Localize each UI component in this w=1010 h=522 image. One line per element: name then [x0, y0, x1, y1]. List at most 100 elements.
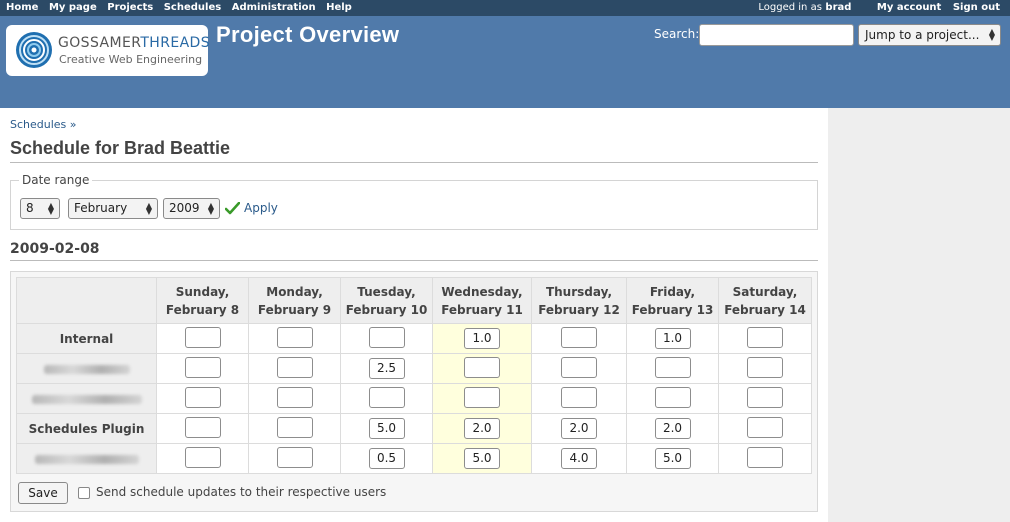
schedule-cell: 2.0 — [432, 413, 532, 444]
schedule-cell: 5.0 — [340, 413, 433, 444]
hours-input[interactable]: 4.0 — [561, 448, 597, 469]
menu-home[interactable]: Home — [6, 2, 38, 13]
hours-input[interactable]: 2.5 — [368, 358, 405, 379]
schedule-cell — [248, 353, 341, 384]
hours-input[interactable]: 1.0 — [464, 328, 500, 349]
menu-projects[interactable]: Projects — [107, 2, 153, 13]
checkmark-icon[interactable] — [225, 202, 240, 215]
hours-input[interactable]: 1.0 — [654, 328, 691, 349]
table-row: Schedules Plugin 5.0 2.0 2.0 2.0 — [16, 413, 812, 444]
hours-input[interactable] — [276, 356, 313, 378]
send-updates-checkbox[interactable] — [78, 487, 90, 499]
schedule-cell — [248, 443, 341, 474]
day-name: Friday, — [649, 284, 696, 299]
main-content: Schedules » Schedule for Brad Beattie Da… — [0, 108, 828, 522]
hours-input[interactable] — [464, 386, 500, 408]
date-heading: 2009-02-08 — [10, 241, 818, 261]
schedule-form: Sunday, February 8 Monday, February 9 Tuesda… — [10, 271, 818, 512]
logo-brand: GOSSAMERTHREADS — [58, 35, 211, 51]
redacted-project-name — [31, 394, 142, 404]
hours-input[interactable] — [561, 386, 597, 408]
hours-input[interactable] — [276, 326, 313, 348]
day-name: Wednesday, — [441, 284, 523, 299]
schedule-cell — [156, 353, 249, 384]
hours-input[interactable] — [368, 326, 405, 348]
hours-input[interactable] — [184, 416, 221, 438]
hours-input[interactable] — [654, 386, 691, 408]
hours-input[interactable] — [464, 356, 500, 378]
schedule-cell — [156, 413, 249, 444]
schedule-cell: 4.0 — [531, 443, 627, 474]
hours-input[interactable] — [184, 386, 221, 408]
breadcrumb[interactable]: Schedules » — [10, 118, 77, 131]
top-menu: Home My page Projects Schedules Administ… — [0, 0, 1010, 16]
logged-in-label: Logged in as — [758, 2, 822, 13]
schedule-cell — [718, 443, 812, 474]
hours-input[interactable] — [368, 386, 405, 408]
logged-in-user[interactable]: brad — [825, 2, 851, 13]
hours-input[interactable] — [561, 326, 597, 348]
day-header-0: Sunday, February 8 — [156, 277, 249, 324]
year-select-value: 2009 — [169, 201, 200, 215]
logo-swirl-icon — [16, 32, 52, 68]
hours-input[interactable] — [747, 356, 783, 378]
project-title: Project Overview — [216, 22, 400, 47]
hours-input[interactable]: 5.0 — [464, 448, 500, 469]
search-input[interactable] — [699, 24, 854, 46]
year-select[interactable]: 2009 ▲ ▼ — [163, 198, 220, 219]
logo-tagline: Creative Web Engineering — [59, 53, 203, 66]
page-title: Schedule for Brad Beattie — [10, 138, 818, 163]
day-header-5: Friday, February 13 — [626, 277, 719, 324]
schedule-body: Internal 1.0 1.0 2.5 Schedules Plugin 5.0 2.0 2… — [16, 323, 812, 474]
jump-to-project-select[interactable]: Jump to a project... ▲ ▼ — [858, 24, 1001, 46]
save-button[interactable]: Save — [18, 482, 68, 504]
hours-input[interactable] — [276, 446, 313, 468]
schedule-cell — [718, 353, 812, 384]
schedule-cell — [531, 353, 627, 384]
hours-input[interactable]: 5.0 — [368, 418, 405, 439]
table-row: 0.5 5.0 4.0 5.0 — [16, 443, 812, 474]
hours-input[interactable] — [184, 326, 221, 348]
day-select[interactable]: 8 ▲ ▼ — [20, 198, 60, 219]
menu-my-page[interactable]: My page — [49, 2, 97, 13]
menu-schedules[interactable]: Schedules — [164, 2, 221, 13]
menu-help[interactable]: Help — [326, 2, 352, 13]
hours-input[interactable]: 2.0 — [464, 418, 500, 439]
project-name-cell: Internal — [16, 323, 157, 354]
hours-input[interactable] — [747, 446, 783, 468]
redacted-project-name — [34, 454, 139, 464]
my-account-link[interactable]: My account — [877, 2, 941, 13]
hours-input[interactable] — [561, 356, 597, 378]
hours-input[interactable] — [184, 356, 221, 378]
menu-administration[interactable]: Administration — [232, 2, 316, 13]
hours-input[interactable]: 5.0 — [654, 448, 691, 469]
apply-link[interactable]: Apply — [244, 201, 278, 215]
hours-input[interactable] — [747, 326, 783, 348]
hours-input[interactable]: 2.0 — [561, 418, 597, 439]
day-name: Tuesday, — [357, 284, 416, 299]
logo[interactable]: GOSSAMERTHREADS Creative Web Engineering — [6, 25, 211, 76]
jump-select-value: Jump to a project... — [865, 28, 980, 42]
corner-header-cell — [16, 277, 157, 324]
day-select-value: 8 — [26, 201, 34, 215]
day-name: Thursday, — [545, 284, 613, 299]
day-name: Monday, — [266, 284, 323, 299]
hours-input[interactable] — [184, 446, 221, 468]
schedule-cell — [531, 383, 627, 414]
hours-input[interactable] — [276, 386, 313, 408]
day-date: February 12 — [538, 302, 620, 317]
day-header-3: Wednesday, February 11 — [432, 277, 532, 324]
hours-input[interactable]: 2.0 — [654, 418, 691, 439]
hours-input[interactable] — [654, 356, 691, 378]
hours-input[interactable] — [747, 386, 783, 408]
month-select[interactable]: February ▲ ▼ — [68, 198, 158, 219]
select-arrows-icon: ▲ ▼ — [207, 201, 214, 216]
hours-input[interactable]: 0.5 — [368, 448, 405, 469]
hours-input[interactable] — [276, 416, 313, 438]
table-row: Internal 1.0 1.0 — [16, 323, 812, 354]
sign-out-link[interactable]: Sign out — [953, 2, 1000, 13]
project-name: Schedules Plugin — [28, 421, 145, 436]
project-name-cell — [16, 443, 157, 474]
sidebar — [828, 108, 1010, 522]
hours-input[interactable] — [747, 416, 783, 438]
